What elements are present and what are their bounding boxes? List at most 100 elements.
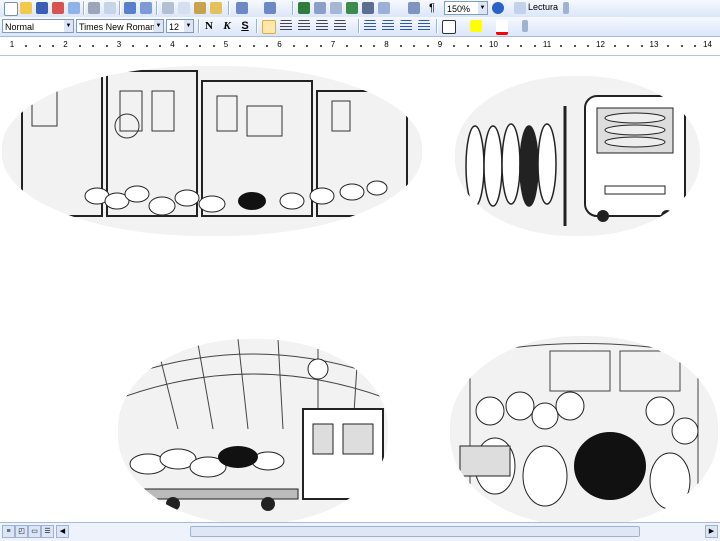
increase-indent-icon[interactable] (418, 20, 430, 32)
ruler-number: 9 (437, 40, 443, 49)
style-select[interactable]: Normal ▼ (2, 19, 74, 33)
ruler-number: 12 (596, 40, 605, 49)
ruler-tick (413, 45, 416, 47)
columns-icon[interactable] (362, 2, 374, 14)
document-page[interactable] (0, 56, 720, 522)
outline-view-icon[interactable]: ☰ (41, 525, 54, 538)
insert-excel-icon[interactable] (346, 2, 358, 14)
ruler-tick (399, 45, 402, 47)
ruler-tick (520, 45, 523, 47)
scroll-right-icon[interactable]: ▶ (705, 525, 718, 538)
bold-button[interactable]: N (202, 19, 216, 33)
decrease-indent-icon[interactable] (400, 20, 412, 32)
ruler-tick (212, 45, 215, 47)
formatting-toolbar: Normal ▼ Times New Roman ▼ 12 ▼ N K S (0, 17, 720, 37)
zoom-select[interactable]: 150% ▼ (444, 1, 488, 15)
borders-icon[interactable] (442, 20, 456, 34)
numbering-icon[interactable] (364, 20, 376, 32)
horses-train-drawing (118, 339, 388, 522)
ruler-number: 5 (223, 40, 229, 49)
paste-icon[interactable] (194, 2, 206, 14)
line-spacing-icon[interactable] (334, 20, 346, 32)
ruler-tick (560, 45, 563, 47)
ruler-tick (145, 45, 148, 47)
ruler-number: 14 (703, 40, 712, 49)
italic-button[interactable]: K (220, 19, 234, 33)
style-value: Normal (5, 22, 35, 32)
standard-toolbar: ¶ 150% ▼ Lectura (0, 0, 720, 18)
bullets-icon[interactable] (382, 20, 394, 32)
permission-icon[interactable] (52, 2, 64, 14)
font-size-value: 12 (169, 22, 180, 32)
show-hide-icon[interactable]: ¶ (425, 1, 439, 15)
ruler-tick (613, 45, 616, 47)
ruler-tick (185, 45, 188, 47)
font-color-icon[interactable] (496, 20, 508, 35)
drawing-icon[interactable] (378, 2, 390, 14)
copy-icon[interactable] (178, 2, 190, 14)
print-preview-icon[interactable] (104, 2, 116, 14)
hyperlink-icon[interactable] (298, 2, 310, 14)
document-map-icon[interactable] (408, 2, 420, 14)
tables-borders-icon[interactable] (314, 2, 326, 14)
ruler-tick (199, 45, 202, 47)
ruler-tick (159, 45, 162, 47)
ruler-tick (266, 45, 269, 47)
help-icon[interactable] (492, 2, 504, 14)
ruler-number: 3 (116, 40, 122, 49)
print-layout-icon[interactable]: ▭ (28, 525, 41, 538)
ruler-tick (533, 45, 536, 47)
ruler-tick (426, 45, 429, 47)
align-center-icon[interactable] (280, 20, 292, 32)
email-icon[interactable] (68, 2, 80, 14)
save-icon[interactable] (36, 2, 48, 14)
format-painter-icon[interactable] (210, 2, 222, 14)
new-document-icon[interactable] (4, 2, 18, 16)
align-right-icon[interactable] (298, 20, 310, 32)
reading-layout-button[interactable]: Lectura (528, 2, 558, 12)
horizontal-scroll-thumb[interactable] (190, 526, 640, 537)
ruler-number: 6 (277, 40, 282, 49)
undo-icon[interactable] (236, 2, 248, 14)
ruler-tick (694, 45, 697, 47)
ruler-tick (373, 45, 376, 47)
ruler-tick (346, 45, 349, 47)
ruler-number: 7 (330, 40, 336, 49)
ruler-tick (466, 45, 469, 47)
cartoon-fish-bus (455, 76, 700, 236)
highlight-icon[interactable] (470, 20, 482, 32)
normal-view-icon[interactable]: ≡ (2, 525, 15, 538)
horizontal-ruler[interactable]: 1 2 3 4 5 6 7 8 9 10 11 12 13 14 (0, 37, 720, 56)
ruler-number: 4 (170, 40, 175, 49)
ruler-number: 10 (489, 40, 498, 49)
horizontal-scrollbar-area: ≡ ◰ ▭ ☰ ◀ ▶ (0, 522, 720, 541)
open-folder-icon[interactable] (20, 2, 32, 14)
ruler-number: 1 (9, 40, 15, 49)
ruler-tick (680, 45, 683, 47)
cartoon-horses-train (118, 339, 388, 522)
ruler-tick (319, 45, 322, 47)
research-icon[interactable] (140, 2, 152, 14)
crowd-bus-drawing (450, 336, 718, 522)
font-size-select[interactable]: 12 ▼ (166, 19, 194, 33)
web-layout-icon[interactable]: ◰ (15, 525, 28, 538)
toolbar-options-icon[interactable] (563, 2, 569, 14)
sheep-street-drawing (2, 66, 422, 236)
ruler-tick (587, 45, 590, 47)
align-left-icon[interactable] (262, 20, 276, 34)
print-icon[interactable] (88, 2, 100, 14)
reading-layout-icon[interactable] (514, 2, 526, 14)
justify-icon[interactable] (316, 20, 328, 32)
toolbar-options-icon[interactable] (522, 20, 528, 32)
scroll-left-icon[interactable]: ◀ (56, 525, 69, 538)
spelling-icon[interactable] (124, 2, 136, 14)
cut-icon[interactable] (162, 2, 174, 14)
ruler-tick (38, 45, 41, 47)
font-select[interactable]: Times New Roman ▼ (76, 19, 164, 33)
ruler-number: 13 (649, 40, 659, 49)
redo-icon[interactable] (264, 2, 276, 14)
cartoon-crowd-bus (450, 336, 718, 522)
underline-button[interactable]: S (238, 19, 252, 33)
insert-table-icon[interactable] (330, 2, 342, 14)
ruler-tick (25, 45, 28, 47)
